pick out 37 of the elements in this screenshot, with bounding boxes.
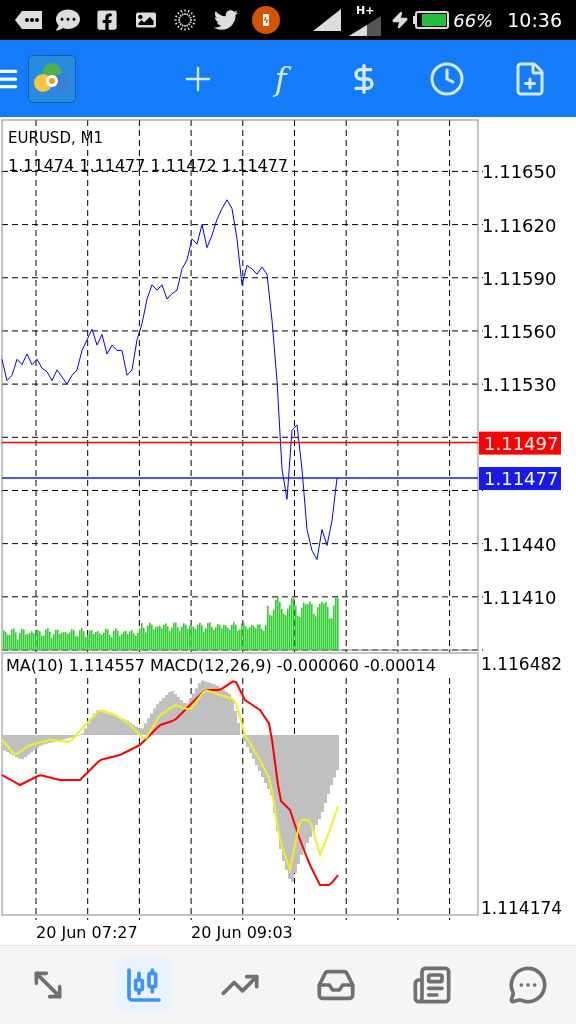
candlestick-icon <box>124 965 164 1005</box>
notification-tag-icon <box>14 10 44 30</box>
battery-alert-icon <box>252 6 280 34</box>
price-tag-label: 1.11477 <box>484 468 559 490</box>
network-type: H+ <box>356 4 375 16</box>
chat-icon <box>56 8 80 32</box>
indicator-axis-label: 1.116482 <box>481 654 563 674</box>
spinner-icon <box>172 7 198 33</box>
price-axis-label: 1.11590 <box>482 267 557 289</box>
battery-percent: 66% <box>453 8 494 33</box>
price-axis-label: 1.11560 <box>482 320 557 342</box>
app-logo-icon[interactable] <box>28 54 76 103</box>
symbol-label: EURUSD, M1 <box>8 129 103 147</box>
price-axis-label: 1.11650 <box>482 161 557 183</box>
price-axis-label: 1.11620 <box>482 214 557 236</box>
charging-icon <box>391 11 410 29</box>
facebook-icon <box>96 9 118 31</box>
bird-icon <box>214 8 238 32</box>
indicators-button[interactable]: f <box>260 58 301 99</box>
price-tag-label: 1.11497 <box>484 432 559 454</box>
newspaper-icon <box>412 965 452 1005</box>
clock-icon <box>429 60 466 97</box>
battery-icon <box>413 11 450 29</box>
image-icon <box>136 10 156 30</box>
mobile-signal-icon <box>349 15 382 36</box>
indicator-label: MA(10) 1.114557 MACD(12,26,9) -0.000060 -0.00014 <box>6 656 436 675</box>
price-axis-label: 1.11530 <box>482 374 557 396</box>
clock-time: 10:36 <box>507 7 562 33</box>
time-axis-label: 20 Jun 07:27 <box>36 923 138 942</box>
price-axis-label: 1.11440 <box>482 533 557 555</box>
ohlc-values: 1.11474 1.11477 1.11472 1.11477 <box>8 156 288 175</box>
indicator-axis-label: 1.114174 <box>481 898 563 918</box>
price-axis-label: 1.11410 <box>482 586 557 608</box>
time-axis-label: 20 Jun 09:03 <box>191 923 293 942</box>
signal-icon <box>313 9 342 31</box>
chat-bubble-icon <box>508 965 548 1005</box>
chart-tab[interactable] <box>116 957 172 1013</box>
